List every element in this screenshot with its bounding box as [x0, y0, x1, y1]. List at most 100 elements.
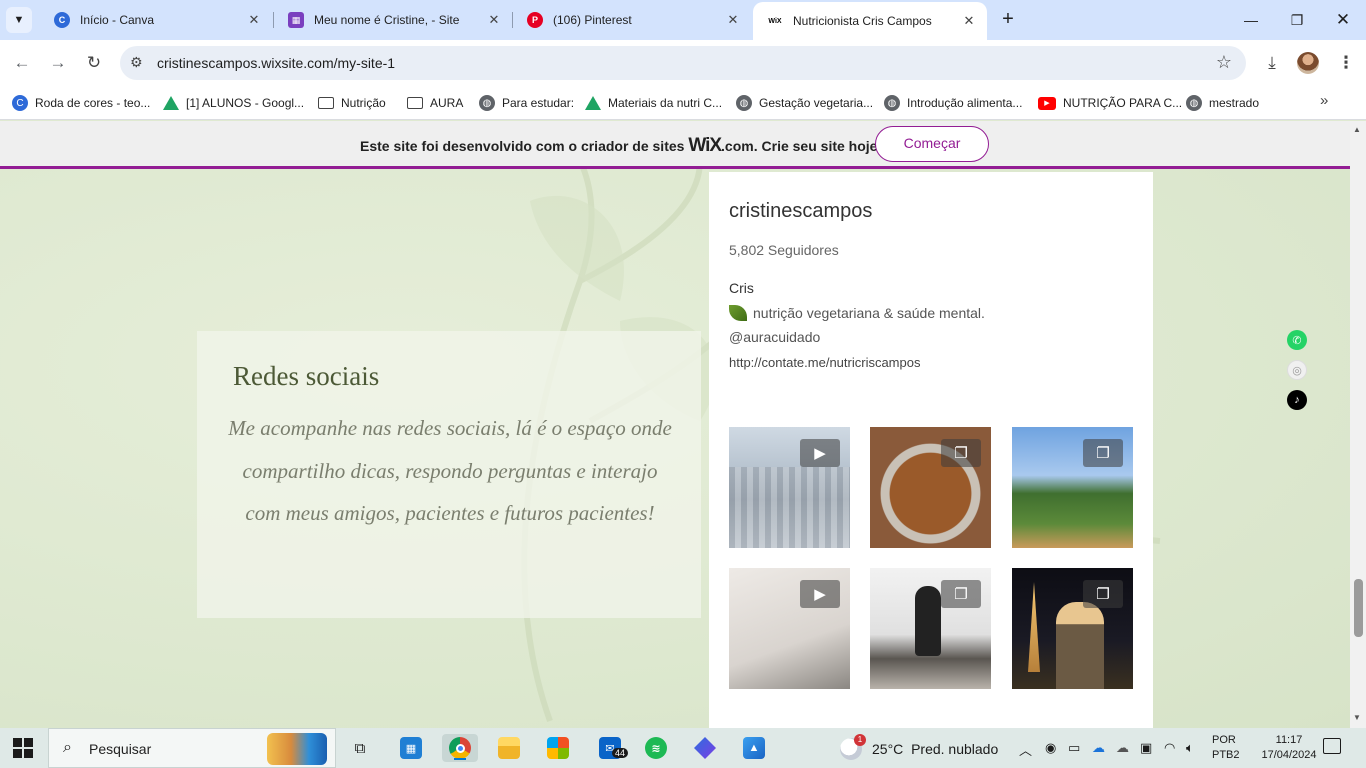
- tab-site[interactable]: ▦ Meu nome é Cristine, - Site ✕: [274, 0, 512, 40]
- tab-search-button[interactable]: ▼: [6, 7, 32, 33]
- leaf-icon: [729, 305, 747, 321]
- restore-button[interactable]: ❐: [1274, 0, 1320, 40]
- bookmark-label: Nutrição: [341, 96, 386, 110]
- instagram-icon[interactable]: ◎: [1287, 360, 1307, 380]
- store-app-icon[interactable]: ▦: [393, 734, 429, 762]
- back-button[interactable]: ←: [10, 51, 34, 75]
- bookmark-item[interactable]: Materiais da nutri C...: [585, 92, 722, 114]
- download-icon[interactable]: ⤓: [1260, 51, 1284, 75]
- reload-icon: ↻: [86, 53, 102, 72]
- bookmark-item[interactable]: ▶ NUTRIÇÃO PARA C...: [1038, 92, 1182, 114]
- bookmark-item[interactable]: ◍ Gestação vegetaria...: [736, 92, 873, 114]
- mail-badge: 44: [612, 748, 629, 758]
- screen: ▼ C Início - Canva ✕ ▦ Meu nome é Cristi…: [0, 0, 1366, 768]
- folder-icon: [407, 97, 423, 109]
- onedrive-icon[interactable]: ☁: [1092, 740, 1105, 756]
- copilot-icon[interactable]: [687, 734, 723, 762]
- url-text[interactable]: cristinescampos.wixsite.com/my-site-1: [157, 55, 395, 71]
- bookmark-item[interactable]: AURA: [407, 92, 463, 114]
- whatsapp-icon[interactable]: ✆: [1287, 330, 1307, 350]
- camera-icon[interactable]: ◉: [1045, 740, 1056, 756]
- language-indicator[interactable]: POR PTB2: [1212, 733, 1240, 763]
- photos-icon[interactable]: ▲: [736, 734, 772, 762]
- tab-canva[interactable]: C Início - Canva ✕: [40, 0, 272, 40]
- instagram-link[interactable]: http://contate.me/nutricriscampos: [729, 355, 920, 370]
- wix-logo[interactable]: WiX: [688, 135, 722, 156]
- instagram-post[interactable]: ❐: [870, 427, 991, 548]
- search-highlight-image: [267, 733, 327, 765]
- wix-icon: WiX: [767, 13, 783, 29]
- carousel-icon: ❐: [941, 580, 981, 608]
- scrollbar-thumb[interactable]: [1354, 579, 1363, 637]
- reload-button[interactable]: ↻: [82, 51, 106, 75]
- microsoft-store-icon[interactable]: [540, 734, 576, 762]
- instagram-post[interactable]: ❐: [1012, 427, 1133, 548]
- file-explorer-icon[interactable]: [491, 734, 527, 762]
- close-icon[interactable]: ✕: [246, 12, 262, 28]
- windows-start-icon[interactable]: [13, 738, 33, 758]
- instagram-username[interactable]: cristinescampos: [729, 200, 872, 223]
- speaker-icon[interactable]: 🔈︎: [1186, 740, 1194, 756]
- drive-icon: [163, 96, 179, 110]
- tab-nutricionista[interactable]: WiX Nutricionista Cris Campos ✕: [753, 2, 987, 40]
- chevron-up-icon[interactable]: ︿: [1019, 740, 1032, 759]
- restore-icon: ❐: [1290, 11, 1304, 28]
- chevron-right-icon[interactable]: »: [1320, 92, 1328, 109]
- battery-icon[interactable]: ▭: [1068, 740, 1080, 756]
- bookmark-item[interactable]: [1] ALUNOS - Googl...: [163, 92, 304, 114]
- keyboard-layout: PTB2: [1212, 749, 1240, 761]
- close-icon[interactable]: ✕: [725, 12, 741, 28]
- instagram-post[interactable]: ❐: [870, 568, 991, 689]
- weather-widget[interactable]: 1 25°C Pred. nublado: [840, 734, 998, 760]
- chrome-icon[interactable]: [442, 734, 478, 762]
- wix-banner-text: Este site foi desenvolvido com o criador…: [360, 135, 881, 157]
- tab-title: Meu nome é Cristine, - Site: [314, 13, 460, 27]
- tiktok-icon[interactable]: ♪: [1287, 390, 1307, 410]
- bookmark-item[interactable]: ◍ Introdução alimenta...: [884, 92, 1022, 114]
- tab-pinterest[interactable]: P (106) Pinterest ✕: [513, 0, 751, 40]
- bookmark-item[interactable]: C Roda de cores - teo...: [12, 92, 150, 114]
- star-icon[interactable]: ☆: [1216, 52, 1232, 73]
- forward-button[interactable]: →: [46, 51, 70, 75]
- minimize-icon: —: [1244, 12, 1258, 28]
- menu-dots-icon[interactable]: ⋮: [1334, 51, 1358, 75]
- mail-icon[interactable]: ✉ 44: [592, 734, 629, 762]
- display-icon[interactable]: ▣: [1140, 740, 1152, 756]
- bio-text: nutrição vegetariana & saúde mental.: [753, 305, 985, 321]
- bookmark-item[interactable]: Nutrição: [318, 92, 386, 114]
- post-image: [1028, 582, 1040, 672]
- wifi-icon[interactable]: ◠: [1164, 740, 1175, 756]
- avatar[interactable]: [1297, 52, 1319, 74]
- minimize-button[interactable]: —: [1228, 0, 1274, 40]
- site-info-icon[interactable]: ⚙: [130, 54, 143, 71]
- start-button[interactable]: Começar: [875, 126, 989, 162]
- bookmark-item[interactable]: ◍ mestrado: [1186, 92, 1259, 114]
- instagram-post[interactable]: ▶: [729, 568, 850, 689]
- bookmark-label: NUTRIÇÃO PARA C...: [1063, 96, 1183, 110]
- address-bar[interactable]: ⚙ cristinescampos.wixsite.com/my-site-1 …: [120, 46, 1246, 80]
- bookmark-item[interactable]: ◍ Para estudar:: [479, 92, 574, 114]
- instagram-post[interactable]: ❐: [1012, 568, 1133, 689]
- new-tab-button[interactable]: +: [996, 8, 1020, 32]
- task-view-icon[interactable]: ⧉: [342, 734, 378, 762]
- close-icon[interactable]: ✕: [486, 12, 502, 28]
- scroll-down-icon[interactable]: ▼: [1353, 713, 1361, 722]
- section-title: Redes sociais: [233, 361, 380, 391]
- notification-icon[interactable]: [1323, 738, 1341, 754]
- banner-text-after: . Crie seu site hoje.: [753, 138, 882, 154]
- bookmark-label: AURA: [430, 96, 464, 110]
- close-window-button[interactable]: ✕: [1320, 0, 1366, 40]
- close-icon[interactable]: ✕: [961, 13, 977, 29]
- scroll-up-icon[interactable]: ▲: [1353, 125, 1361, 134]
- scrollbar[interactable]: ▲ ▼: [1350, 121, 1366, 728]
- instagram-handle[interactable]: @auracuidado: [729, 329, 820, 345]
- instagram-post[interactable]: ▶: [729, 427, 850, 548]
- reel-icon: ▶: [800, 439, 840, 467]
- cloud-icon[interactable]: ☁: [1116, 740, 1129, 756]
- carousel-icon: ❐: [941, 439, 981, 467]
- spotify-icon[interactable]: ≋: [638, 734, 674, 762]
- taskbar-search[interactable]: ⌕ Pesquisar: [48, 728, 336, 768]
- pinterest-icon: P: [527, 12, 543, 28]
- social-card: Redes sociais Me acompanhe nas redes soc…: [197, 331, 701, 618]
- clock[interactable]: 11:17 17/04/2024: [1258, 733, 1320, 763]
